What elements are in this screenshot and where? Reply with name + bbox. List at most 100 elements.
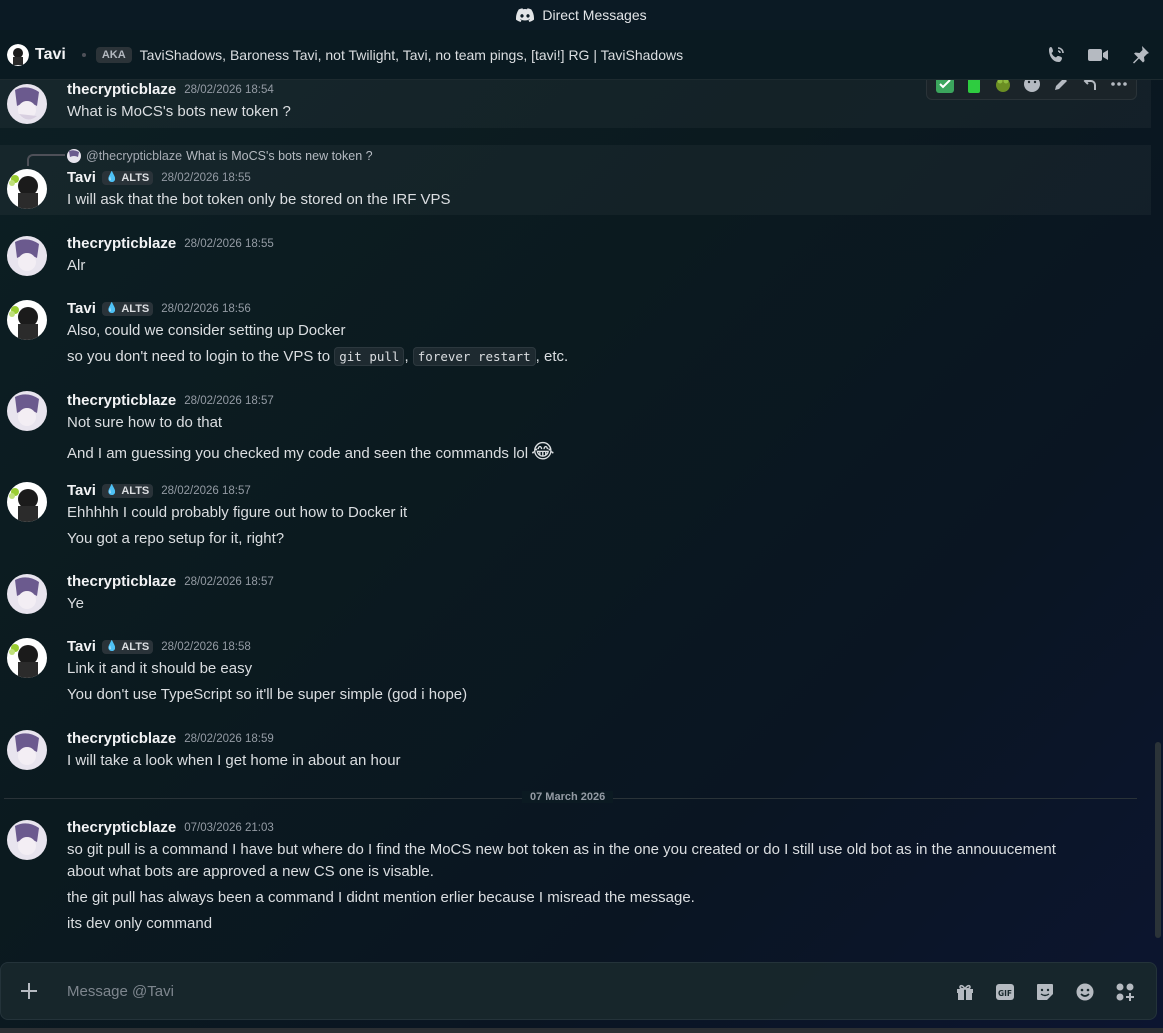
message-text: about what bots are approved a new CS on… <box>67 863 434 880</box>
thecrypticblaze-avatar[interactable] <box>7 84 47 124</box>
reply-spine <box>27 154 65 166</box>
apps-icon[interactable] <box>1114 981 1136 1003</box>
text-fragment: so you don't need to login to the VPS to <box>67 348 335 365</box>
message-timestamp: 28/02/2026 18:58 <box>161 640 251 653</box>
message-author[interactable]: Tavi <box>67 169 96 186</box>
thecrypticblaze-avatar[interactable] <box>7 236 47 276</box>
voice-call-icon[interactable] <box>1045 44 1067 66</box>
thecrypticblaze-avatar[interactable] <box>7 730 47 770</box>
alts-tag[interactable]: 💧 ALTS <box>101 301 154 316</box>
message-author[interactable]: Tavi <box>67 482 96 499</box>
thecrypticblaze-avatar[interactable] <box>7 391 47 431</box>
message-author[interactable]: thecrypticblaze <box>67 573 176 590</box>
message-text: the git pull has always been a command I… <box>67 889 695 906</box>
message-text: What is MoCS's bots new token ? <box>67 103 291 120</box>
message-text: I will ask that the bot token only be st… <box>67 191 451 208</box>
message-input[interactable] <box>67 982 927 1000</box>
message-timestamp: 07/03/2026 21:03 <box>184 821 274 834</box>
water-drop-icon: 💧 <box>105 172 119 183</box>
window-titlebar: Direct Messages <box>0 0 1163 30</box>
message-timestamp: 28/02/2026 18:57 <box>184 394 274 407</box>
sticker-icon[interactable] <box>1034 981 1056 1003</box>
message-item[interactable]: @thecrypticblaze What is MoCS's bots new… <box>0 145 1151 215</box>
message-actions-toolbar <box>926 80 1137 100</box>
message-timestamp: 28/02/2026 18:56 <box>161 302 251 315</box>
message-timestamp: 28/02/2026 18:57 <box>184 575 274 588</box>
thecrypticblaze-avatar[interactable] <box>7 574 47 614</box>
frog-reaction-icon[interactable] <box>993 80 1012 94</box>
gift-icon[interactable] <box>954 981 976 1003</box>
edit-icon[interactable] <box>1051 80 1070 94</box>
water-drop-icon: 💧 <box>105 485 119 496</box>
message-author[interactable]: thecrypticblaze <box>67 392 176 409</box>
message-text: so git pull is a command I have but wher… <box>67 841 1056 858</box>
attach-plus-icon[interactable] <box>9 971 49 1011</box>
tag-label: ALTS <box>121 484 150 497</box>
message-list: thecrypticblaze 28/02/2026 18:54 What is… <box>0 80 1153 960</box>
alts-tag[interactable]: 💧 ALTS <box>101 483 154 498</box>
message-item[interactable]: thecrypticblaze 07/03/2026 21:03 so git … <box>0 816 1151 941</box>
more-options-icon[interactable] <box>1109 80 1128 94</box>
emoji-icon[interactable] <box>1074 981 1096 1003</box>
text-fragment: And I am guessing you checked my code an… <box>67 445 529 462</box>
text-fragment: , <box>404 348 413 365</box>
pinned-messages-icon[interactable] <box>1129 44 1151 66</box>
alts-tag[interactable]: 💧 ALTS <box>101 639 154 654</box>
header-separator-dot <box>81 52 86 57</box>
message-composer: GIF <box>0 962 1157 1020</box>
message-timestamp: 28/02/2026 18:57 <box>161 484 251 497</box>
gif-icon[interactable]: GIF <box>994 981 1016 1003</box>
discord-logo-icon <box>516 8 535 22</box>
tears-of-joy-emoji-icon[interactable]: 😂 <box>531 441 554 463</box>
message-author[interactable]: thecrypticblaze <box>67 730 176 747</box>
message-author[interactable]: thecrypticblaze <box>67 819 176 836</box>
message-text: Link it and it should be easy <box>67 660 253 677</box>
message-text: Ehhhhh I could probably figure out how t… <box>67 504 408 521</box>
message-text: I will take a look when I get home in ab… <box>67 752 401 769</box>
message-timestamp: 28/02/2026 18:55 <box>161 171 251 184</box>
message-text: Ye <box>67 595 84 612</box>
message-author[interactable]: thecrypticblaze <box>67 235 176 252</box>
alts-tag[interactable]: 💧 ALTS <box>101 170 154 185</box>
svg-text:GIF: GIF <box>998 989 1012 998</box>
add-reaction-icon[interactable] <box>1022 80 1041 94</box>
tavi-avatar[interactable] <box>7 482 47 522</box>
green-reaction-icon[interactable] <box>964 80 983 94</box>
message-author[interactable]: thecrypticblaze <box>67 81 176 98</box>
dm-header: Tavi AKA TaviShadows, Baroness Tavi, not… <box>0 30 1163 80</box>
water-drop-icon: 💧 <box>105 641 119 652</box>
scrollbar-thumb[interactable] <box>1155 742 1161 938</box>
chat-scrollbar[interactable] <box>1153 80 1163 960</box>
message-item[interactable]: Tavi 💧 ALTS 28/02/2026 18:57 Ehhhhh I cou… <box>0 478 1151 554</box>
tavi-avatar[interactable] <box>7 169 47 209</box>
reply-preview[interactable]: @thecrypticblaze What is MoCS's bots new… <box>67 149 373 163</box>
tag-label: ALTS <box>121 640 150 653</box>
inline-code: forever restart <box>412 347 536 366</box>
check-reaction-icon[interactable] <box>935 80 954 94</box>
message-item[interactable]: Tavi 💧 ALTS 28/02/2026 18:58 Link it and … <box>0 634 1151 710</box>
message-item[interactable]: thecrypticblaze 28/02/2026 18:57 Ye <box>0 570 1151 620</box>
message-text: Also, could we consider setting up Docke… <box>67 322 346 339</box>
reply-text: What is MoCS's bots new token ? <box>186 149 373 163</box>
message-item[interactable]: thecrypticblaze 28/02/2026 18:55 Alr <box>0 230 1151 280</box>
water-drop-icon: 💧 <box>105 303 119 314</box>
message-text: its dev only command <box>67 915 213 932</box>
message-text: You don't use TypeScript so it'll be sup… <box>67 686 468 703</box>
inline-code: git pull <box>334 347 405 366</box>
message-text: And I am guessing you checked my code an… <box>67 439 554 464</box>
tavi-avatar[interactable] <box>7 300 47 340</box>
aka-names: TaviShadows, Baroness Tavi, not Twilight… <box>139 46 684 63</box>
reply-icon[interactable] <box>1080 80 1099 94</box>
tavi-avatar[interactable] <box>7 43 29 66</box>
bottom-strip <box>0 1028 1163 1033</box>
message-item[interactable]: Tavi 💧 ALTS 28/02/2026 18:56 Also, could … <box>0 296 1151 372</box>
video-call-icon[interactable] <box>1087 44 1109 66</box>
header-username[interactable]: Tavi <box>35 46 66 64</box>
message-author[interactable]: Tavi <box>67 638 96 655</box>
thecrypticblaze-avatar[interactable] <box>7 820 47 860</box>
message-item[interactable]: thecrypticblaze 28/02/2026 18:57 Not sur… <box>0 387 1151 467</box>
tavi-avatar[interactable] <box>7 638 47 678</box>
message-item[interactable]: thecrypticblaze 28/02/2026 18:59 I will … <box>0 726 1151 776</box>
message-author[interactable]: Tavi <box>67 300 96 317</box>
tag-label: ALTS <box>121 302 150 315</box>
